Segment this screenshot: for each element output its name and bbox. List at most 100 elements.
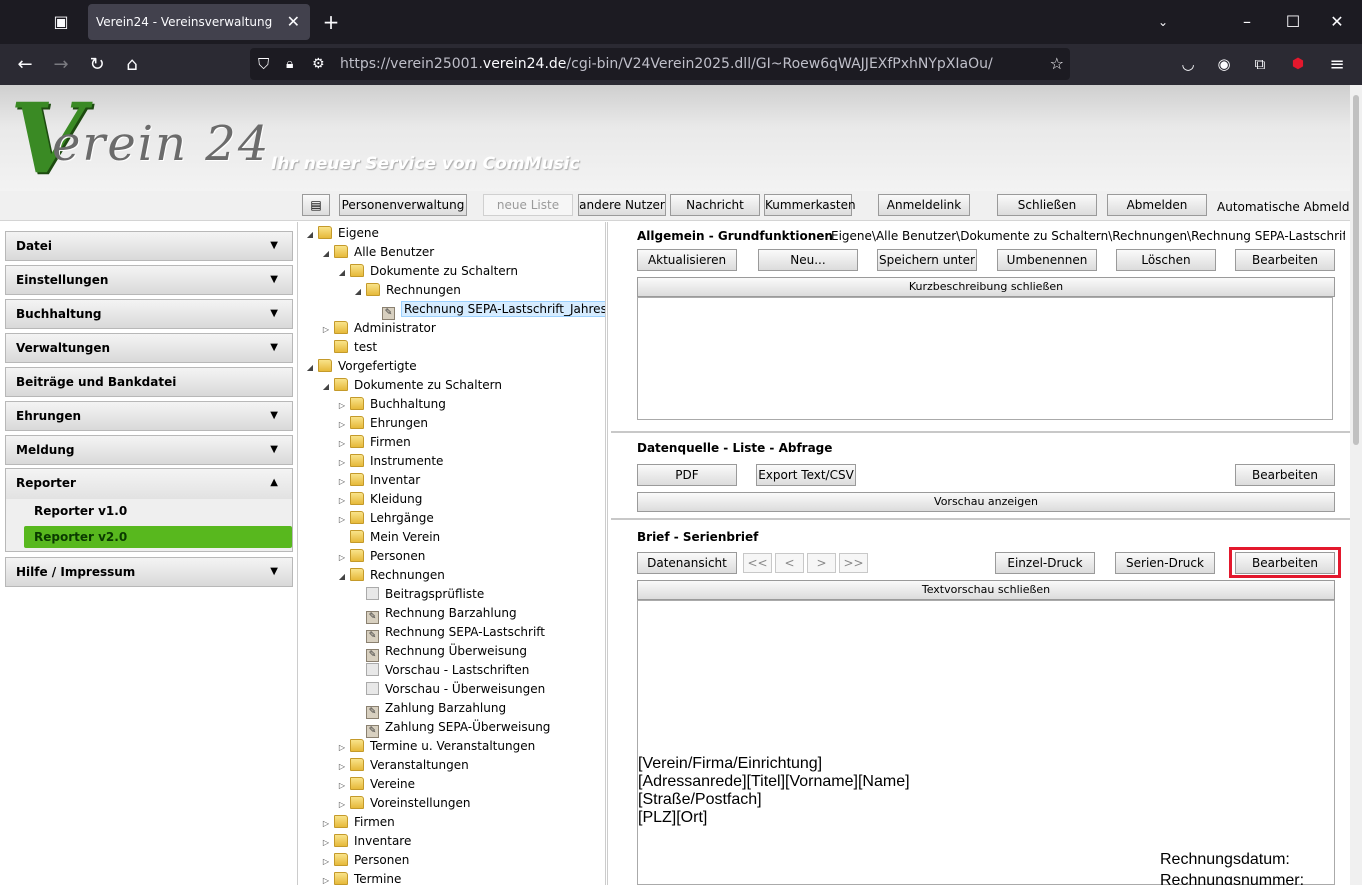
scrollbar-thumb[interactable] (1353, 95, 1359, 445)
next-record-button[interactable]: > (807, 553, 836, 573)
maximize-icon[interactable]: ☐ (1282, 0, 1304, 44)
tree-node[interactable]: ▷ Voreinstellungen (334, 794, 470, 813)
tree-expand-icon[interactable]: ▷ (334, 491, 350, 510)
tree-node[interactable]: ▷ Inventar (334, 471, 420, 490)
vorschau-anzeigen-button[interactable]: Vorschau anzeigen (637, 492, 1335, 512)
tree-node[interactable]: ▷ Firmen (334, 433, 411, 452)
tree-node[interactable]: ◢ Alle Benutzer (318, 243, 434, 262)
tree-expand-icon[interactable]: ▷ (334, 396, 350, 415)
window-close-icon[interactable]: ✕ (1326, 0, 1348, 44)
aktualisieren-button[interactable]: Aktualisieren (637, 249, 737, 271)
tree-node[interactable]: ✎ Zahlung Barzahlung (350, 699, 506, 719)
andere-nutzer-button[interactable]: andere Nutzer (578, 194, 666, 216)
permissions-icon[interactable]: ⚙ (312, 48, 325, 80)
tree-expand-icon[interactable]: ▷ (318, 852, 334, 871)
loeschen-button[interactable]: Löschen (1116, 249, 1216, 271)
menu-reporter[interactable]: Reporter ▲ (6, 469, 292, 499)
tree-expand-icon[interactable]: ▷ (318, 814, 334, 833)
tree-expand-icon[interactable]: ▷ (334, 453, 350, 472)
tree-node[interactable]: Beitragsprüfliste (350, 585, 484, 604)
datenquelle-bearbeiten-button[interactable]: Bearbeiten (1235, 464, 1335, 486)
tree-node[interactable]: ◢ Rechnungen (350, 281, 461, 300)
minimize-icon[interactable]: – (1236, 0, 1258, 44)
menu-icon[interactable]: ≡ (1325, 44, 1349, 85)
sidebar-toggle-button[interactable]: ▤ (302, 194, 330, 216)
tree-expand-icon[interactable]: ▷ (334, 757, 350, 776)
tree-node[interactable]: Vorschau - Lastschriften (350, 661, 529, 680)
speichern-unter-button[interactable]: Speichern unter (877, 249, 977, 271)
tree-node[interactable]: ▷ Veranstaltungen (334, 756, 469, 775)
lock-icon[interactable]: 🔒︎ (286, 48, 293, 80)
menu-meldung[interactable]: Meldung ▼ (5, 435, 293, 465)
tree-collapse-icon[interactable]: ◢ (302, 358, 318, 377)
tree-expand-icon[interactable]: ▷ (334, 510, 350, 529)
forward-icon[interactable]: → (49, 44, 73, 85)
tree-node[interactable]: ▷ Personen (318, 851, 409, 870)
tree-node[interactable]: ✎ Rechnung Barzahlung (350, 604, 517, 624)
schliessen-button[interactable]: Schließen (997, 194, 1097, 216)
neu-button[interactable]: Neu... (758, 249, 858, 271)
tree-collapse-icon[interactable]: ◢ (350, 282, 366, 301)
pocket-icon[interactable]: ◡ (1176, 44, 1200, 85)
textvorschau-button[interactable]: Textvorschau schließen (637, 580, 1335, 600)
nachricht-button[interactable]: Nachricht (670, 194, 760, 216)
tree-collapse-icon[interactable]: ◢ (302, 225, 318, 244)
kurzbeschreibung-button[interactable]: Kurzbeschreibung schließen (637, 277, 1335, 297)
tree-expand-icon[interactable]: ▷ (334, 776, 350, 795)
export-csv-button[interactable]: Export Text/CSV (756, 464, 856, 486)
prev-record-button[interactable]: < (775, 553, 804, 573)
tree-node[interactable]: ✎ Rechnung SEPA-Lastschrift_Jahres (366, 300, 605, 320)
menu-reporter-v1[interactable]: Reporter v1.0 (24, 500, 292, 522)
tree-expand-icon[interactable]: ▷ (318, 833, 334, 852)
menu-einstellungen[interactable]: Einstellungen ▼ (5, 265, 293, 295)
umbenennen-button[interactable]: Umbenennen (997, 249, 1097, 271)
first-record-button[interactable]: << (743, 553, 772, 573)
kummerkasten-button[interactable]: Kummerkasten (764, 194, 856, 216)
account-icon[interactable]: ◉ (1212, 44, 1236, 85)
tree-expand-icon[interactable]: ▷ (334, 738, 350, 757)
tree-collapse-icon[interactable]: ◢ (334, 263, 350, 282)
tree-node[interactable]: ✎ Zahlung SEPA-Überweisung (350, 718, 550, 738)
url-bar[interactable]: ⛉ 🔒︎ ⚙ https://verein25001.verein24.de/c… (250, 48, 1070, 80)
einzel-druck-button[interactable]: Einzel-Druck (995, 552, 1095, 574)
tree-node[interactable]: ◢ Rechnungen (334, 566, 445, 585)
list-tabs-icon[interactable]: ⌄ (1152, 0, 1174, 44)
tree-collapse-icon[interactable]: ◢ (318, 244, 334, 263)
menu-reporter-v2[interactable]: Reporter v2.0 (24, 526, 292, 548)
tree-node[interactable]: ▷ Inventare (318, 832, 411, 851)
extensions-icon[interactable]: ⧉ (1248, 44, 1272, 85)
url-text[interactable]: https://verein25001.verein24.de/cgi-bin/… (340, 48, 993, 80)
tab-overview-icon[interactable]: ▣ (50, 0, 72, 44)
menu-datei[interactable]: Datei ▼ (5, 231, 293, 261)
tree-node[interactable]: ◢ Dokumente zu Schaltern (318, 376, 502, 395)
tree-node[interactable]: ▷ Kleidung (334, 490, 422, 509)
tree-node[interactable]: ▷ Termine u. Veranstaltungen (334, 737, 535, 756)
tree-expand-icon[interactable]: ▷ (334, 795, 350, 814)
tree-expand-icon[interactable]: ▷ (334, 415, 350, 434)
anmeldelink-button[interactable]: Anmeldelink (878, 194, 970, 216)
menu-ehrungen[interactable]: Ehrungen ▼ (5, 401, 293, 431)
tree-collapse-icon[interactable]: ◢ (318, 377, 334, 396)
tree-node[interactable]: ✎ Rechnung SEPA-Lastschrift (350, 623, 545, 643)
allgemein-bearbeiten-button[interactable]: Bearbeiten (1235, 249, 1335, 271)
back-icon[interactable]: ← (13, 44, 37, 85)
tree-node[interactable]: ▷ Instrumente (334, 452, 443, 471)
tree-expand-icon[interactable]: ▷ (334, 434, 350, 453)
browser-tab[interactable]: Verein24 - Vereinsverwaltung ✕ (88, 4, 310, 40)
tree-node[interactable]: ▷ Administrator (318, 319, 436, 338)
tree-node[interactable]: Vorschau - Überweisungen (350, 680, 545, 699)
page-scrollbar[interactable] (1350, 85, 1362, 885)
menu-hilfe[interactable]: Hilfe / Impressum ▼ (5, 557, 293, 587)
serien-druck-button[interactable]: Serien-Druck (1115, 552, 1215, 574)
tree-node[interactable]: ▷ Vereine (334, 775, 415, 794)
kurzbeschreibung-textarea[interactable] (637, 297, 1333, 420)
tree-node[interactable]: ◢ Vorgefertigte (302, 357, 417, 376)
tree-node[interactable]: ◢ Dokumente zu Schaltern (334, 262, 518, 281)
tree-node[interactable]: ▷ Buchhaltung (334, 395, 446, 414)
tree-expand-icon[interactable]: ▷ (318, 320, 334, 339)
tree-node[interactable]: Mein Verein (334, 528, 440, 547)
ublock-icon[interactable]: ⬢ (1286, 44, 1310, 85)
tree-node[interactable]: ✎ Rechnung Überweisung (350, 642, 527, 662)
bookmark-star-icon[interactable]: ☆ (1050, 48, 1064, 80)
tree-node[interactable]: ▷ Personen (334, 547, 425, 566)
